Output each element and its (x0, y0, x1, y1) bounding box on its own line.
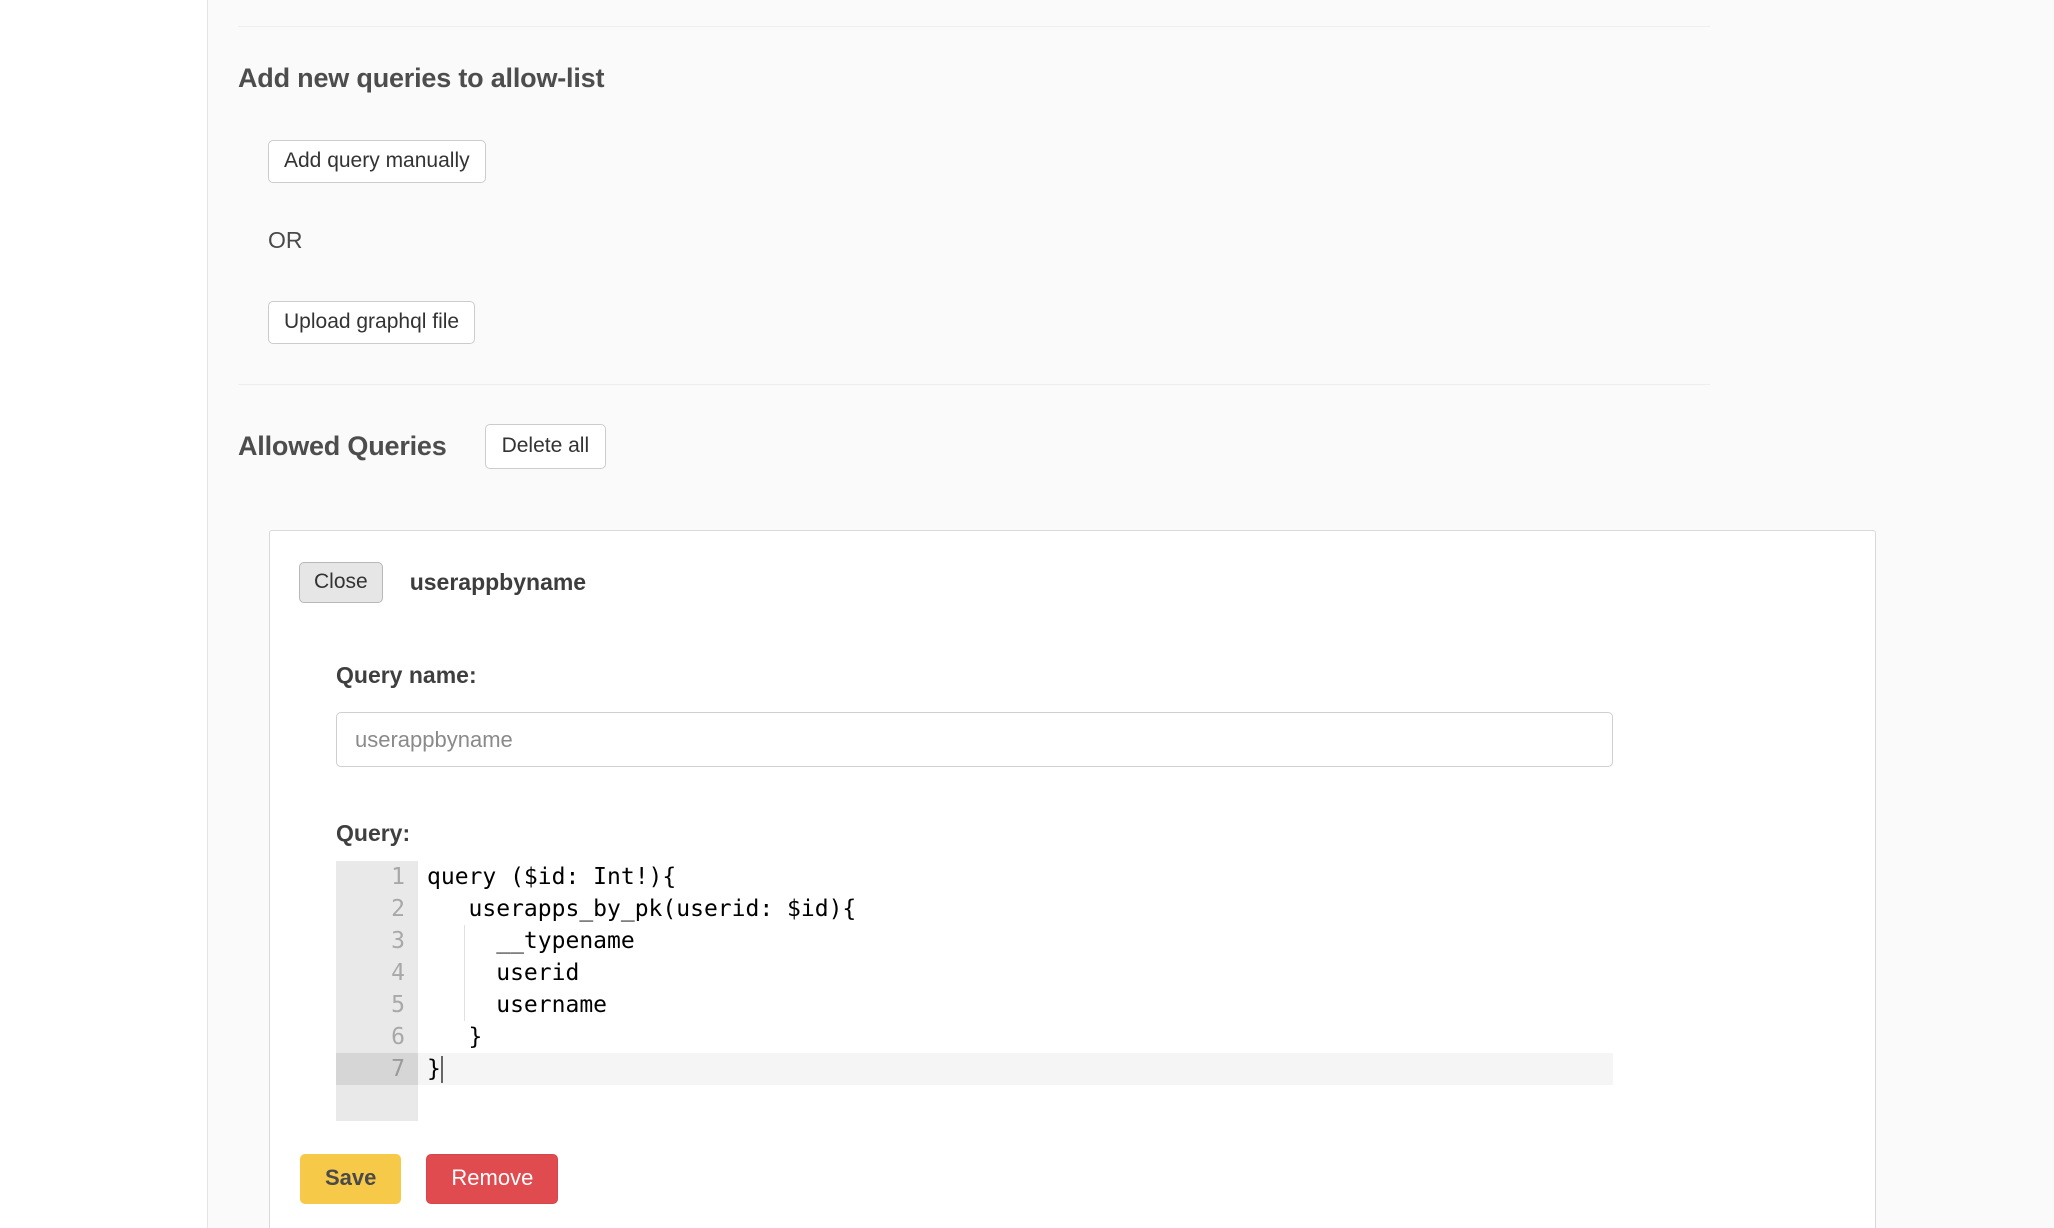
line-number: 5 (391, 992, 405, 1018)
divider-middle (238, 384, 1710, 385)
query-label: Query: (336, 820, 411, 846)
remove-button[interactable]: Remove (426, 1154, 559, 1204)
code-line: } (427, 1024, 483, 1050)
code-line-active: } (418, 1053, 1613, 1085)
divider-top (238, 26, 1710, 27)
close-button[interactable]: Close (299, 562, 383, 603)
line-number: 4 (391, 960, 405, 986)
query-card-actions: Save Remove (300, 1154, 559, 1204)
line-number-active: 7 (336, 1053, 418, 1085)
upload-graphql-file-button[interactable]: Upload graphql file (268, 301, 476, 344)
line-number: 2 (391, 896, 405, 922)
query-card-title: userappbyname (409, 569, 587, 595)
left-rail (0, 0, 207, 1228)
delete-all-button[interactable]: Delete all (484, 424, 607, 469)
save-button[interactable]: Save (300, 1154, 402, 1204)
code-line: userid (427, 960, 580, 986)
content-panel: Add new queries to allow-list Add query … (207, 0, 2054, 1228)
allow-list-page: Add new queries to allow-list Add query … (0, 0, 2054, 1228)
query-code-editor[interactable]: 1 2 3 4 5 6 7 query ($id: Int!){ userapp… (336, 861, 1613, 1121)
add-new-queries-heading: Add new queries to allow-list (238, 63, 605, 93)
line-number: 1 (391, 864, 405, 890)
editor-code-area[interactable]: query ($id: Int!){ userapps_by_pk(userid… (418, 861, 1613, 1121)
allowed-queries-heading: Allowed Queries (238, 431, 447, 461)
line-number: 6 (391, 1024, 405, 1050)
code-line: __typename (427, 928, 635, 954)
query-name-input[interactable] (336, 712, 1613, 767)
line-number: 3 (391, 928, 405, 954)
query-card-header: Close userappbyname (299, 562, 586, 603)
query-card: Close userappbyname Query name: Query: 1… (269, 530, 1876, 1228)
query-name-label: Query name: (336, 662, 477, 688)
code-line: query ($id: Int!){ (427, 864, 677, 890)
editor-line-number-gutter: 1 2 3 4 5 6 7 (336, 861, 418, 1121)
code-line: userapps_by_pk(userid: $id){ (427, 896, 857, 922)
add-query-manually-button[interactable]: Add query manually (268, 140, 486, 183)
allowed-queries-header: Allowed Queries Delete all (238, 424, 607, 469)
code-line: username (427, 992, 608, 1018)
or-separator-label: OR (268, 227, 303, 253)
